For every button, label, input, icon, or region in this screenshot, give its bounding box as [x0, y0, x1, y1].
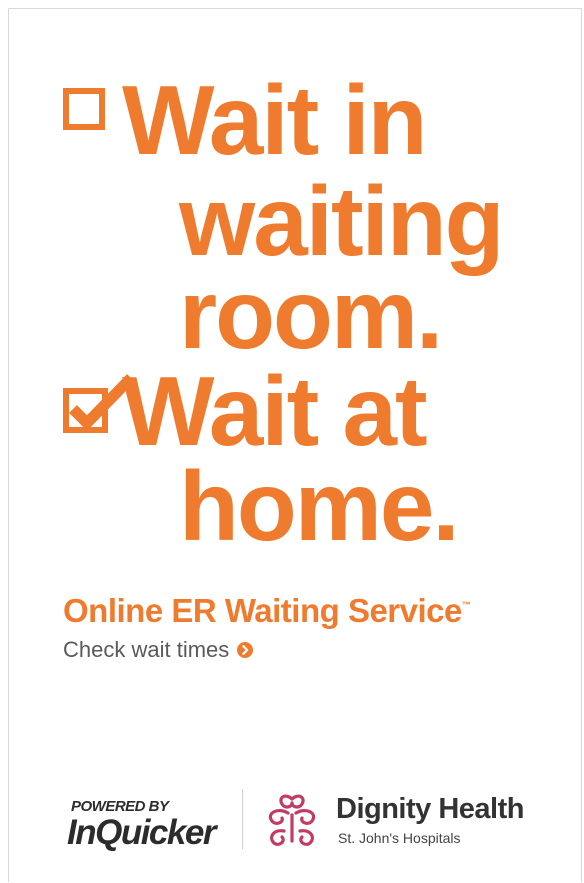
headline-line-2: waiting [179, 166, 505, 276]
trademark-symbol: ™ [461, 600, 471, 610]
headline-line-5: home. [179, 451, 460, 561]
unchecked-checkbox-icon [63, 88, 105, 130]
check-wait-times-link[interactable]: Check wait times [63, 637, 254, 663]
service-name: Online ER Waiting Service™ [63, 592, 471, 630]
footer-divider [242, 789, 243, 849]
headline-line-3: room. [179, 259, 443, 369]
headline-line-1: Wait in [122, 65, 428, 175]
check-wait-times-label: Check wait times [63, 637, 230, 662]
dignity-health-logo-icon [268, 794, 316, 846]
headline-line-4: Wait at [122, 356, 428, 466]
advertisement-card[interactable]: Wait in waiting room. Wait at home. Onli… [8, 8, 582, 882]
chevron-right-circle-icon [237, 642, 254, 658]
inquicker-logo: InQuicker [67, 813, 216, 852]
service-name-text: Online ER Waiting Service [63, 592, 462, 629]
dignity-health-subtitle: St. John's Hospitals [338, 830, 461, 846]
dignity-health-name: Dignity Health [336, 793, 524, 825]
